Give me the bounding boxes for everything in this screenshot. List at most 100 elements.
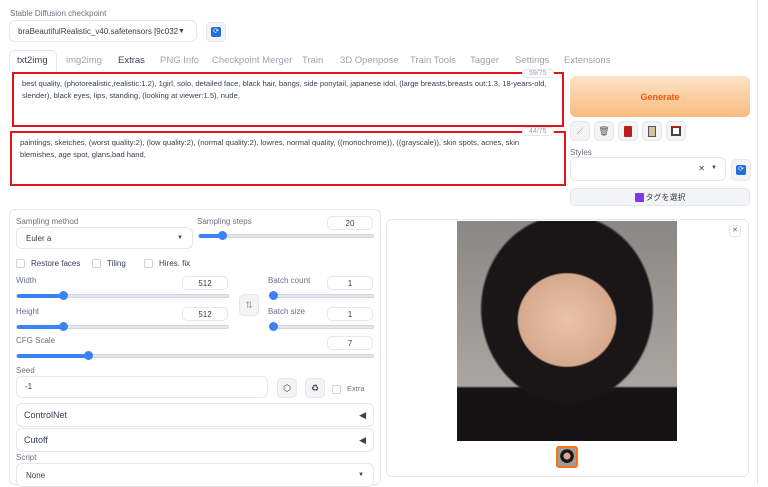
clipboard-icon [648, 125, 656, 137]
negative-token-counter: 44/75 [522, 127, 554, 136]
batch-count-input[interactable]: 1 [327, 276, 373, 290]
checkpoint-select[interactable]: braBeautifulRealistic_v40.safetensors [9… [9, 20, 197, 42]
checkpoint-value: braBeautifulRealistic_v40.safetensors [9… [18, 26, 178, 36]
clear-prompt-button[interactable]: 🗑 [594, 121, 614, 141]
chevron-down-icon: ▼ [177, 235, 183, 241]
controlnet-label: ControlNet [24, 410, 68, 420]
height-label: Height [16, 307, 40, 316]
tag-icon [634, 192, 644, 202]
slider-handle[interactable] [269, 291, 278, 300]
save-style-button[interactable] [666, 121, 686, 141]
refresh-checkpoint-button[interactable]: ⟳ [206, 22, 226, 42]
batch-size-slider[interactable] [269, 322, 374, 331]
controlnet-accordion[interactable]: ControlNet ◀ [16, 403, 374, 427]
tab-png-info[interactable]: PNG Info [160, 55, 199, 66]
negative-prompt-text[interactable]: paintings, sketches, (worst quality:2), … [12, 133, 564, 165]
styles-select[interactable]: ✕ ▼ [570, 157, 726, 181]
tab-train[interactable]: Train [302, 55, 323, 66]
tab-settings[interactable]: Settings [515, 55, 549, 66]
restore-faces-checkbox[interactable] [16, 259, 25, 269]
tiling-label: Tiling [107, 259, 126, 268]
prompt-text[interactable]: best quality, (photorealistic,realistic:… [14, 74, 562, 106]
tab-3d-openpose[interactable]: 3D Openpose [340, 55, 399, 66]
swap-dimensions-button[interactable]: ⇅ [239, 294, 259, 316]
read-params-button[interactable]: ⟋ [570, 121, 590, 141]
refresh-icon: ⟳ [736, 165, 746, 175]
cfg-scale-label: CFG Scale [16, 336, 56, 345]
checkpoint-label: Stable Diffusion checkpoint [10, 9, 107, 18]
height-slider[interactable] [16, 322, 229, 331]
extra-networks-button[interactable] [618, 121, 638, 141]
cutoff-label: Cutoff [24, 435, 48, 445]
seed-label: Seed [16, 366, 35, 375]
collapse-triangle-icon: ◀ [359, 434, 366, 445]
tab-checkpoint-merger[interactable]: Checkpoint Merger [212, 55, 292, 66]
sampling-method-value: Euler a [26, 233, 52, 243]
width-slider[interactable] [16, 291, 229, 300]
script-label: Script [16, 453, 37, 462]
hires-fix-label: Hires. fix [159, 259, 191, 268]
batch-count-slider[interactable] [269, 291, 374, 300]
sampling-method-label: Sampling method [16, 217, 79, 226]
tag-select-button[interactable]: タグを選択 [570, 188, 750, 206]
cutoff-accordion[interactable]: Cutoff ◀ [16, 428, 374, 452]
apply-style-button[interactable] [642, 121, 662, 141]
reuse-seed-button[interactable]: ♻ [305, 378, 325, 398]
prompt-input[interactable]: best quality, (photorealistic,realistic:… [12, 72, 564, 127]
clear-icon[interactable]: ✕ [698, 164, 705, 173]
sampling-steps-slider[interactable] [198, 231, 374, 240]
swap-icon: ⇅ [245, 299, 253, 310]
slider-fill [17, 354, 89, 358]
trash-icon: 🗑 [598, 125, 610, 136]
script-value: None [26, 470, 46, 480]
random-seed-button[interactable]: ⬡ [277, 378, 297, 398]
slider-handle[interactable] [269, 322, 278, 331]
chevron-down-icon: ▼ [178, 27, 185, 35]
slider-fill [17, 325, 64, 329]
tab-extensions[interactable]: Extensions [564, 55, 610, 66]
refresh-icon: ⟳ [211, 27, 221, 37]
refresh-styles-button[interactable]: ⟳ [731, 159, 751, 181]
extra-seed-label: Extra [347, 384, 365, 393]
sampling-method-select[interactable]: Euler a ▼ [16, 227, 193, 249]
generated-image[interactable] [457, 221, 677, 441]
collapse-triangle-icon: ◀ [359, 409, 366, 420]
close-icon[interactable]: ✕ [729, 225, 741, 237]
tab-extras[interactable]: Extras [118, 55, 145, 66]
height-input[interactable]: 512 [182, 307, 228, 321]
card-icon [624, 125, 632, 137]
chevron-down-icon: ▼ [358, 472, 364, 478]
slider-fill [17, 294, 64, 298]
tab-tagger[interactable]: Tagger [470, 55, 499, 66]
tab-txt2img[interactable]: txt2img [17, 55, 48, 66]
script-select[interactable]: None ▼ [16, 463, 374, 487]
tiling-checkbox[interactable] [92, 259, 101, 269]
dice-icon: ⬡ [283, 382, 291, 393]
recycle-icon: ♻ [310, 382, 320, 393]
extra-seed-checkbox[interactable] [332, 384, 341, 394]
tab-img2img[interactable]: img2img [66, 55, 102, 66]
width-input[interactable]: 512 [182, 276, 228, 290]
seed-input[interactable]: -1 [16, 376, 268, 398]
prompt-token-counter: 59/75 [522, 69, 554, 78]
tab-train-tools[interactable]: Train Tools [410, 55, 456, 66]
generate-button[interactable]: Generate [570, 76, 750, 117]
sampling-steps-input[interactable]: 20 [327, 216, 373, 230]
slider-handle[interactable] [217, 231, 227, 240]
batch-count-label: Batch count [268, 276, 311, 285]
hires-fix-checkbox[interactable] [144, 259, 153, 269]
save-icon [671, 126, 681, 136]
negative-prompt-input[interactable]: paintings, sketches, (worst quality:2), … [10, 131, 566, 186]
tag-select-label: タグを選択 [645, 192, 686, 202]
width-label: Width [16, 276, 37, 285]
styles-label: Styles [570, 148, 592, 157]
batch-size-input[interactable]: 1 [327, 307, 373, 321]
sampling-steps-label: Sampling steps [197, 217, 252, 226]
cfg-scale-slider[interactable] [16, 351, 374, 360]
image-thumbnail[interactable] [556, 446, 578, 468]
chevron-down-icon: ▼ [711, 165, 717, 171]
pencil-icon: ⟋ [576, 125, 584, 136]
cfg-scale-input[interactable]: 7 [327, 336, 373, 350]
batch-size-label: Batch size [268, 307, 305, 316]
restore-faces-label: Restore faces [31, 259, 81, 268]
